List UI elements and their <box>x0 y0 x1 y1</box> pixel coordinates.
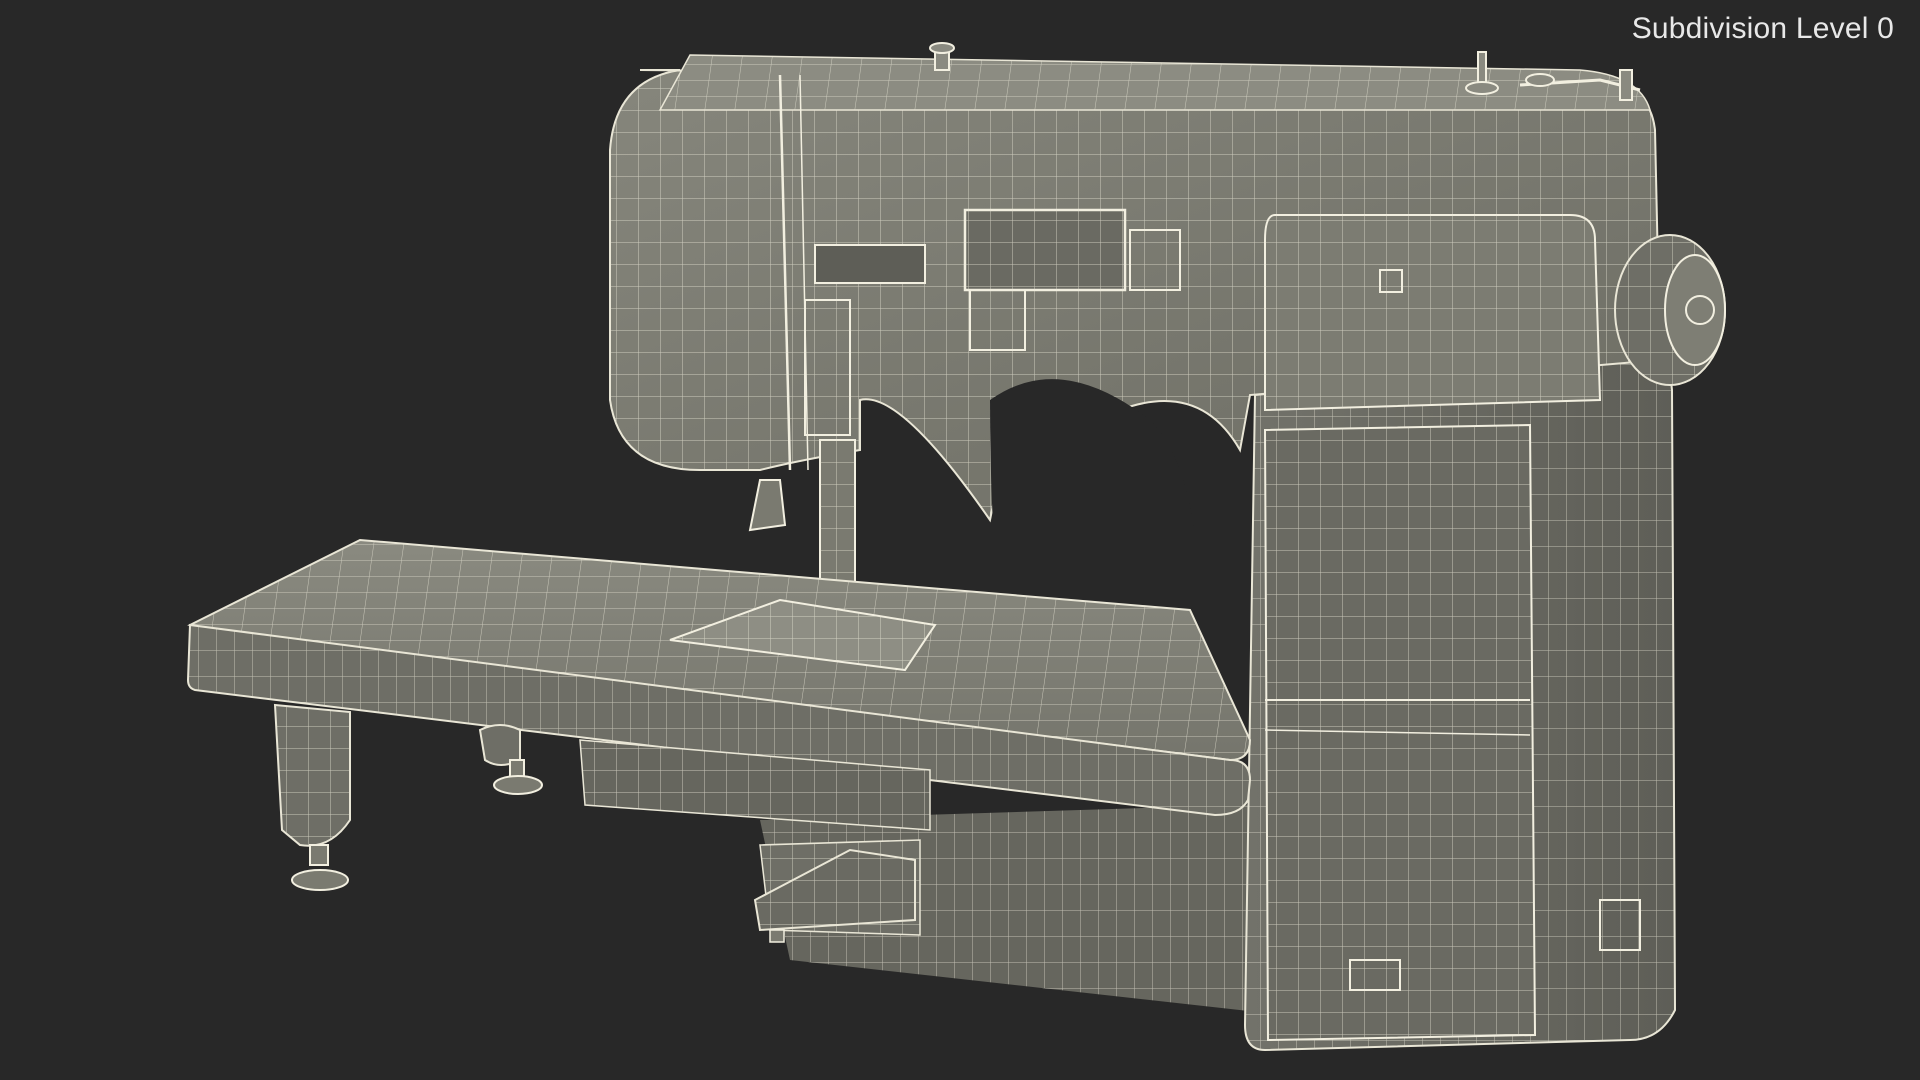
subdivision-level-label: Subdivision Level 0 <box>1631 12 1894 45</box>
sewing-machine-wireframe-icon <box>186 42 1726 1052</box>
hand-wheel-icon <box>1614 234 1726 386</box>
3d-viewport[interactable]: Subdivision Level 0 <box>0 0 1920 1080</box>
machine-pillar <box>1243 358 1677 1052</box>
table-leg-icon <box>273 703 543 891</box>
